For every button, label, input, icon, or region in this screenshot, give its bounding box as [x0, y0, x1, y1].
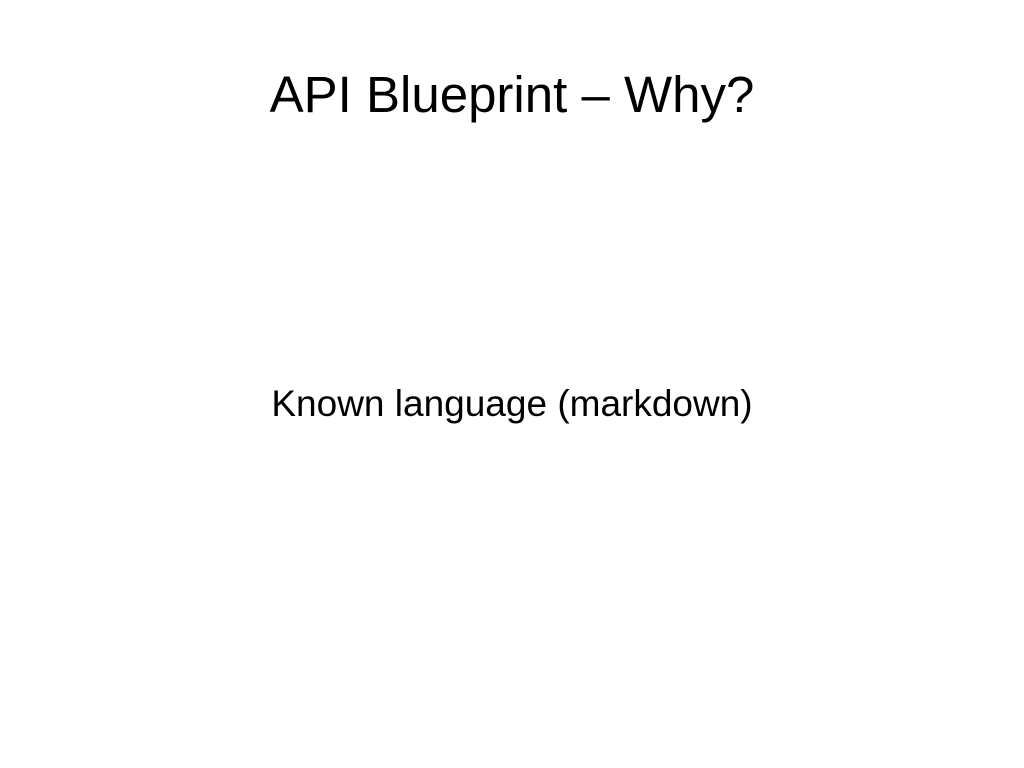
slide-body-text: Known language (markdown) [271, 383, 753, 424]
slide: API Blueprint – Why? Known language (mar… [0, 0, 1024, 768]
slide-title: API Blueprint – Why? [269, 66, 755, 123]
